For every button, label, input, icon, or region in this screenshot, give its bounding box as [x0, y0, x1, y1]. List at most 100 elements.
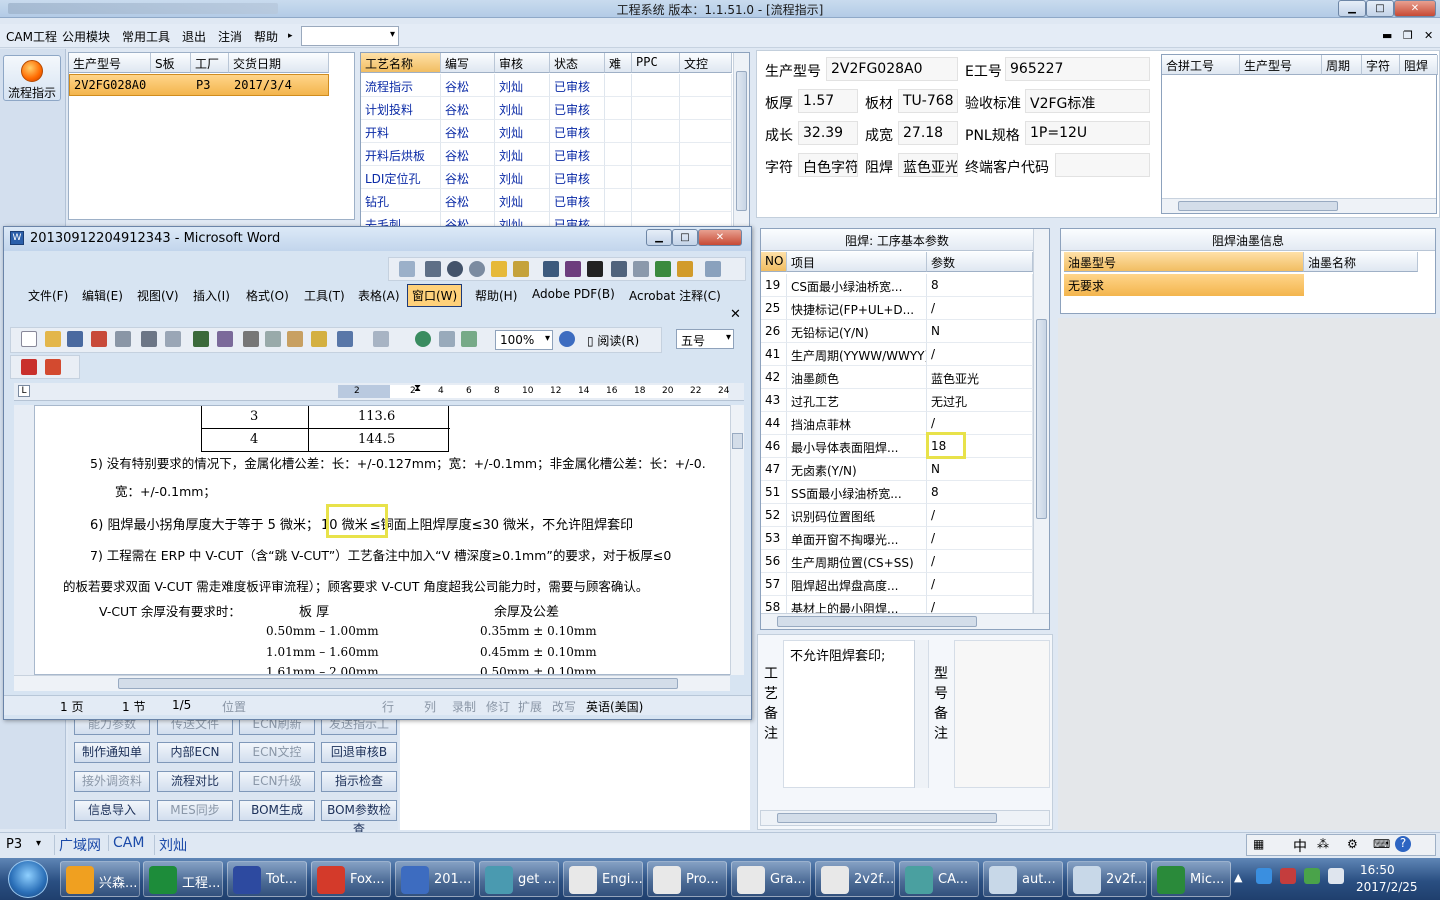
- function-button[interactable]: 流程对比: [157, 771, 233, 792]
- col-header[interactable]: 生产型号: [69, 53, 151, 73]
- taskbar-button[interactable]: 2v2f...: [1067, 861, 1147, 897]
- taskbar-button[interactable]: CA...: [899, 861, 979, 897]
- table-row[interactable]: 计划投料 谷松 刘灿 已审核: [361, 97, 732, 120]
- star-icon[interactable]: [491, 261, 507, 277]
- table-row[interactable]: 41 生产周期(YYWW/WWYY) /: [761, 343, 1033, 366]
- growth-field[interactable]: 32.39: [798, 121, 858, 145]
- table-row[interactable]: 19 CS面最小绿油桥宽... 8: [761, 274, 1033, 297]
- status-ovr[interactable]: 改写: [552, 698, 576, 715]
- process-remark-text[interactable]: 不允许阻焊套印;: [783, 640, 929, 788]
- word-menu-window[interactable]: 窗口(W): [407, 284, 463, 307]
- table-row[interactable]: 52 识别码位置图纸 /: [761, 504, 1033, 527]
- col-header[interactable]: PPC: [632, 53, 680, 73]
- col-header[interactable]: 阻焊: [1400, 55, 1438, 75]
- undo-icon[interactable]: [337, 331, 353, 347]
- tables-icon[interactable]: [439, 331, 455, 347]
- font-size-select[interactable]: 五号 ▾: [676, 329, 734, 349]
- redo-icon[interactable]: [373, 331, 389, 347]
- ink-row[interactable]: 无要求: [1064, 274, 1304, 296]
- permission-icon[interactable]: [91, 331, 107, 347]
- rotate-icon[interactable]: [543, 261, 559, 277]
- ime-logo-icon[interactable]: ▦: [1253, 837, 1264, 851]
- research-icon[interactable]: [217, 331, 233, 347]
- word-maximize-button[interactable]: □: [672, 229, 698, 246]
- col-header[interactable]: 油墨型号: [1064, 252, 1304, 272]
- tray-flag-icon[interactable]: [1304, 868, 1320, 884]
- word-ruler[interactable]: L 2 2 4 6 8 10 12 14 16 18 20 22 24 ⧗: [14, 383, 744, 401]
- help-icon[interactable]: [559, 331, 575, 347]
- table-row[interactable]: 57 阻焊超出焊盘高度... /: [761, 573, 1033, 596]
- read-mode-button[interactable]: ▯ 阅读(R): [587, 332, 639, 349]
- col-header[interactable]: 参数: [927, 252, 1033, 272]
- finish-field[interactable]: 27.18: [898, 121, 958, 145]
- word-menu-adobe-pdf[interactable]: Adobe PDF(B): [532, 287, 615, 301]
- function-button[interactable]: 接外调资料: [74, 771, 150, 792]
- col-header[interactable]: 字符: [1362, 55, 1400, 75]
- remarks-hscrollbar[interactable]: [760, 810, 1050, 826]
- function-button[interactable]: BOM参数检查: [321, 800, 397, 836]
- thick-field[interactable]: 1.57: [798, 89, 858, 113]
- char-field[interactable]: 白色字符: [798, 153, 858, 177]
- taskbar-button[interactable]: Engi...: [563, 861, 643, 897]
- new-icon[interactable]: [21, 331, 37, 347]
- taskbar-button[interactable]: 兴森...: [60, 861, 140, 897]
- shape-icon[interactable]: [565, 261, 581, 277]
- maximize-button[interactable]: □: [1366, 0, 1394, 17]
- prod-field[interactable]: 2V2FG028A0: [826, 57, 958, 81]
- flow-instruction-button[interactable]: 流程指示: [3, 55, 61, 101]
- tab-selector[interactable]: L: [18, 385, 30, 397]
- factory-select[interactable]: P3: [6, 837, 22, 852]
- function-button[interactable]: 内部ECN: [157, 742, 233, 763]
- table-row[interactable]: 25 快捷标记(FP+UL+D... /: [761, 297, 1033, 320]
- ime-tools-icon[interactable]: ⚙: [1347, 837, 1358, 851]
- table-row[interactable]: LDI定位孔 谷松 刘灿 已审核: [361, 166, 732, 189]
- paste-icon[interactable]: [287, 331, 303, 347]
- table-row[interactable]: 开料 谷松 刘灿 已审核: [361, 120, 732, 143]
- function-button[interactable]: 制作通知单: [74, 742, 150, 763]
- word-close-button[interactable]: ✕: [698, 229, 742, 246]
- col-header[interactable]: NO: [761, 252, 787, 272]
- col-header[interactable]: 项目: [787, 252, 927, 272]
- word-menu-edit[interactable]: 编辑(E): [82, 287, 123, 304]
- merge-hscrollbar[interactable]: [1162, 198, 1436, 213]
- col-header[interactable]: 审核: [495, 53, 550, 73]
- col-header[interactable]: 难: [605, 53, 632, 73]
- contrast-icon[interactable]: [447, 261, 463, 277]
- taskbar-button[interactable]: 201...: [395, 861, 475, 897]
- word-menu-help[interactable]: 帮助(H): [475, 287, 517, 304]
- ime-keyboard-icon[interactable]: ⌨: [1373, 837, 1390, 851]
- taskbar-button[interactable]: Gra...: [731, 861, 811, 897]
- params-hscrollbar[interactable]: [761, 613, 1049, 629]
- compress-icon[interactable]: [611, 261, 627, 277]
- function-button[interactable]: 回退审核B: [321, 742, 397, 763]
- table-row[interactable]: 51 SS面最小绿油桥宽... 8: [761, 481, 1033, 504]
- tray-monitor-icon[interactable]: [1328, 868, 1344, 884]
- table-row[interactable]: 56 生产周期位置(CS+SS) /: [761, 550, 1033, 573]
- col-header[interactable]: 文控: [680, 53, 732, 73]
- word-minimize-button[interactable]: ▁: [646, 229, 672, 246]
- remark-scrollbar[interactable]: [914, 640, 928, 788]
- col-header[interactable]: 周期: [1322, 55, 1362, 75]
- brightness-icon[interactable]: [469, 261, 485, 277]
- crop-icon[interactable]: [513, 261, 529, 277]
- pnl-field[interactable]: 1P=12U: [1025, 121, 1150, 145]
- function-button[interactable]: MES同步: [157, 800, 233, 821]
- table-row[interactable]: 26 无铅标记(Y/N) N: [761, 320, 1033, 343]
- table-row[interactable]: 钻孔 谷松 刘灿 已审核: [361, 189, 732, 212]
- word-menu-tools[interactable]: 工具(T): [304, 287, 345, 304]
- menu-help[interactable]: 帮助: [254, 28, 278, 45]
- table-row[interactable]: 42 油墨颜色 蓝色亚光: [761, 366, 1033, 389]
- function-button[interactable]: ECN文控: [239, 742, 315, 763]
- taskbar-button[interactable]: get ...: [479, 861, 559, 897]
- print-icon[interactable]: [141, 331, 157, 347]
- ime-punct-icon[interactable]: ⁂: [1317, 837, 1329, 851]
- col-header[interactable]: 工厂: [191, 53, 229, 73]
- ime-help-icon[interactable]: ?: [1395, 836, 1411, 852]
- clock-date[interactable]: 2017/2/25: [1356, 880, 1418, 894]
- col-header[interactable]: 编写: [441, 53, 495, 73]
- tray-expand-icon[interactable]: ▲: [1234, 871, 1242, 884]
- params-scrollbar[interactable]: [1033, 229, 1049, 613]
- mask-field[interactable]: 蓝色亚光: [898, 153, 958, 177]
- format-picture-icon[interactable]: [633, 261, 649, 277]
- image-icon[interactable]: [399, 261, 415, 277]
